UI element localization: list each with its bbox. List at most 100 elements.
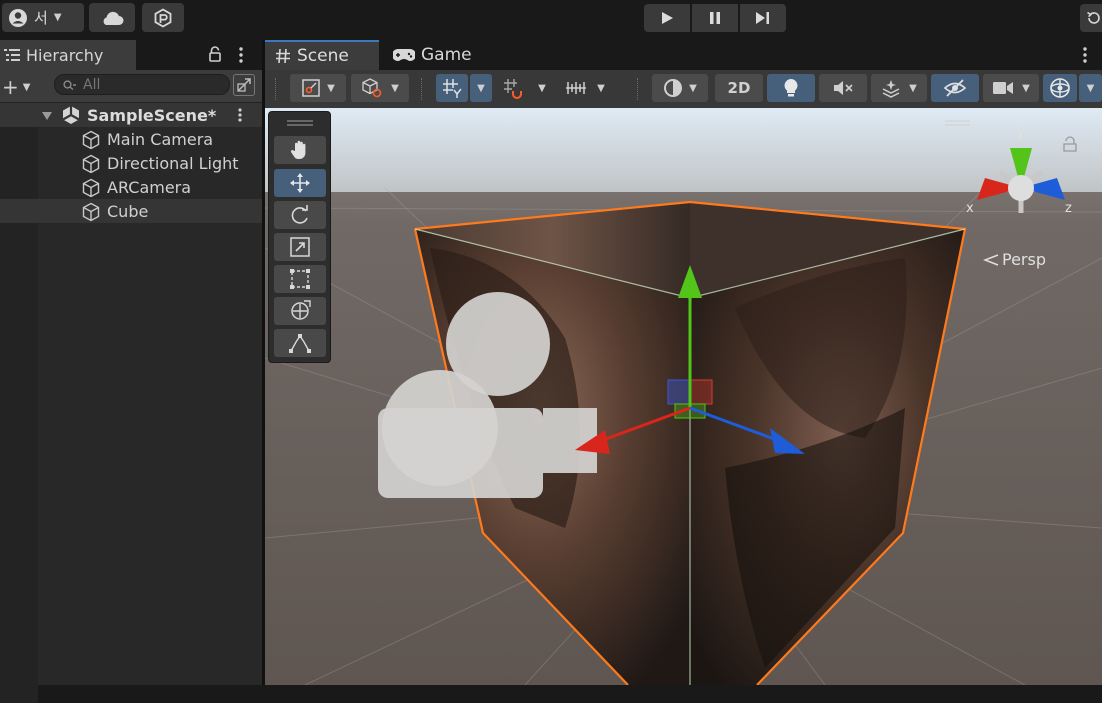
- scene-view-toolbar: ▼ ▼ ▼ ▼ ▼ ▼ 2D ▼ ▼ ▼: [265, 70, 1102, 108]
- scene-view-tabbar: Scene Game: [265, 40, 1102, 70]
- projection-toggle[interactable]: Persp: [983, 250, 1046, 269]
- scene-view-panel: Scene Game ▼ ▼ ▼ ▼ ▼ ▼ 2D ▼ ▼ ▼ y x z Pe…: [265, 40, 1102, 685]
- chevron-down-icon: ▼: [597, 82, 605, 94]
- chevron-down-icon: ▼: [909, 82, 917, 94]
- tool-scale[interactable]: [274, 233, 326, 261]
- hierarchy-item-arcamera[interactable]: ARCamera: [0, 175, 262, 199]
- collab-button[interactable]: [142, 3, 184, 32]
- tool-move[interactable]: [274, 169, 326, 197]
- tool-hand[interactable]: [274, 136, 326, 164]
- step-button[interactable]: [740, 4, 786, 32]
- lightbulb-icon: [784, 79, 798, 97]
- shading-sphere-icon: [664, 79, 683, 97]
- kebab-menu-icon: [239, 47, 243, 63]
- tool-handle-rotation-dropdown[interactable]: ▼: [351, 74, 409, 102]
- speaker-muted-icon: [834, 81, 853, 95]
- hand-icon: [290, 140, 306, 159]
- effects-dropdown[interactable]: ▼: [871, 74, 927, 102]
- gameobject-cube-icon: [82, 178, 100, 198]
- grid-snap-toggle[interactable]: [436, 74, 468, 102]
- chevron-down-icon: ▼: [477, 82, 485, 94]
- hierarchy-tree: SampleScene* Main Camera Directional Lig…: [0, 103, 262, 703]
- step-icon: [756, 12, 769, 24]
- move-arrows-icon: [290, 173, 310, 193]
- tools-overlay: [268, 111, 331, 363]
- gizmos-dropdown[interactable]: ▼: [1079, 74, 1102, 102]
- hierarchy-item-cube[interactable]: Cube: [0, 199, 262, 223]
- custom-tool-icon: [289, 334, 311, 353]
- drag-handle-icon[interactable]: [287, 120, 313, 126]
- gizmos-toggle[interactable]: [1043, 74, 1077, 102]
- increment-snap-toggle[interactable]: [498, 74, 528, 102]
- video-camera-icon: [993, 82, 1014, 94]
- tab-hierarchy-label: Hierarchy: [26, 45, 104, 65]
- toggle-2d-button[interactable]: 2D: [715, 74, 763, 102]
- tab-scene[interactable]: Scene: [265, 40, 379, 70]
- play-button[interactable]: [644, 4, 690, 32]
- tab-game[interactable]: Game: [393, 40, 493, 70]
- skybox: [265, 108, 1102, 192]
- pivot-icon: [302, 79, 320, 97]
- hierarchy-item-directional-light[interactable]: Directional Light: [0, 151, 262, 175]
- tab-hierarchy[interactable]: Hierarchy: [0, 40, 136, 70]
- chevron-down-icon: ▼: [327, 82, 335, 94]
- cloud-button[interactable]: [89, 3, 135, 32]
- scene-menu-button[interactable]: [236, 107, 244, 123]
- lighting-toggle[interactable]: [767, 74, 815, 102]
- draw-mode-dropdown[interactable]: ▼: [652, 74, 708, 102]
- global-cube-icon: [362, 78, 382, 98]
- gizmo-globe-icon: [1050, 78, 1070, 98]
- hierarchy-item-label: Main Camera: [107, 129, 214, 149]
- ruler-icon: [566, 82, 587, 94]
- hidden-objects-toggle[interactable]: [931, 74, 979, 102]
- gamepad-icon: [393, 49, 415, 61]
- tool-transform[interactable]: [274, 297, 326, 325]
- audio-toggle[interactable]: [819, 74, 867, 102]
- account-initial: 서: [34, 9, 48, 27]
- perspective-icon: [983, 253, 999, 266]
- hierarchy-menu-button[interactable]: [237, 46, 245, 64]
- tool-rotate[interactable]: [274, 201, 326, 229]
- account-dropdown[interactable]: 서 ▼: [2, 3, 84, 32]
- gameobject-cube-icon: [82, 130, 100, 150]
- account-icon: [9, 8, 27, 27]
- hierarchy-item-main-camera[interactable]: Main Camera: [0, 127, 262, 151]
- axis-z-label: z: [1065, 201, 1072, 216]
- play-icon: [662, 12, 673, 24]
- scene-viewport[interactable]: y x z Persp: [265, 108, 1102, 685]
- plus-icon: +: [2, 75, 19, 99]
- camera-settings-dropdown[interactable]: ▼: [983, 74, 1039, 102]
- hash-icon: [276, 48, 290, 64]
- scene-render: y x z: [265, 108, 1102, 685]
- toolbar-separator: [275, 78, 278, 100]
- kebab-menu-icon: [1083, 47, 1087, 63]
- collab-icon: [154, 7, 172, 28]
- scene-scope-button[interactable]: [233, 74, 255, 96]
- play-controls: [644, 4, 786, 32]
- rotate-icon: [291, 205, 308, 224]
- scene-view-menu-button[interactable]: [1081, 46, 1089, 64]
- chevron-down-icon: ▼: [1086, 82, 1095, 94]
- tab-game-label: Game: [421, 45, 472, 65]
- snap-settings-dropdown[interactable]: ▼: [558, 74, 612, 102]
- scene-name: SampleScene*: [87, 105, 217, 125]
- create-dropdown[interactable]: + ▼: [2, 75, 30, 99]
- kebab-menu-icon: [238, 108, 242, 122]
- gameobject-cube-icon: [82, 154, 100, 174]
- lock-icon: [209, 46, 221, 62]
- increment-snap-dropdown[interactable]: ▼: [532, 74, 552, 102]
- search-field: [54, 74, 230, 95]
- tool-rect[interactable]: [274, 265, 326, 293]
- tool-handle-position-dropdown[interactable]: ▼: [290, 74, 346, 102]
- list-icon: [4, 49, 20, 61]
- tool-custom-editor[interactable]: [274, 329, 326, 357]
- scale-icon: [290, 237, 310, 257]
- scene-row[interactable]: SampleScene*: [0, 103, 262, 127]
- search-input[interactable]: [83, 76, 213, 93]
- lock-button[interactable]: [208, 46, 222, 62]
- undo-history-button[interactable]: [1080, 4, 1102, 32]
- gameobject-cube-icon: [82, 202, 100, 222]
- pause-button[interactable]: [692, 4, 738, 32]
- grid-snap-dropdown[interactable]: ▼: [470, 74, 492, 102]
- chevron-down-icon: ▼: [689, 82, 697, 94]
